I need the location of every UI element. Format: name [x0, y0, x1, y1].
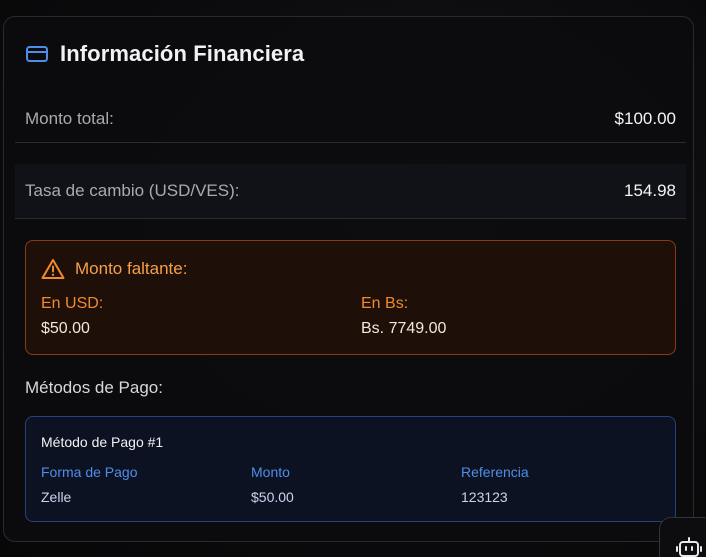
payment-amount-column: Monto $50.00 — [251, 463, 294, 506]
payment-methods-title: Métodos de Pago: — [25, 378, 163, 397]
exchange-rate-value: 154.98 — [624, 181, 676, 200]
payment-amount-value: $50.00 — [251, 489, 294, 505]
payment-reference-value: 123123 — [461, 489, 508, 505]
total-amount-row: Monto total: $100.00 — [15, 95, 686, 143]
total-amount-value: $100.00 — [614, 108, 676, 128]
payment-form-column: Forma de Pago Zelle — [41, 463, 138, 506]
payment-reference-column: Referencia 123123 — [461, 463, 529, 506]
payment-form-value: Zelle — [41, 489, 72, 505]
exchange-rate-row: Tasa de cambio (USD/VES): 154.98 — [15, 164, 686, 219]
missing-usd: En USD: $50.00 — [41, 294, 103, 339]
credit-card-icon — [26, 46, 48, 62]
missing-usd-value: $50.00 — [41, 320, 90, 337]
payment-method-title: Método de Pago #1 — [41, 434, 164, 450]
payment-method-card: Método de Pago #1 Forma de Pago Zelle Mo… — [25, 416, 676, 522]
exchange-rate-label: Tasa de cambio (USD/VES): — [25, 181, 240, 200]
missing-bs-value: Bs. 7749.00 — [361, 320, 447, 337]
financial-info-card: Información Financiera Monto total: $100… — [3, 16, 694, 542]
payment-amount-label: Monto — [251, 464, 290, 480]
card-header: Información Financiera — [25, 41, 304, 67]
missing-amount-header: Monto faltante: — [41, 258, 187, 280]
page: Información Financiera Monto total: $100… — [0, 0, 706, 557]
total-amount-label: Monto total: — [25, 108, 114, 128]
missing-bs-label: En Bs: — [361, 295, 409, 312]
missing-amount-title: Monto faltante: — [75, 259, 188, 278]
assistant-button[interactable] — [659, 517, 706, 557]
missing-amount-box: Monto faltante: En USD: $50.00 En Bs: Bs… — [25, 240, 676, 355]
warning-triangle-icon — [41, 259, 65, 279]
missing-usd-label: En USD: — [41, 295, 104, 312]
missing-bs: En Bs: Bs. 7749.00 — [361, 294, 446, 339]
payment-form-label: Forma de Pago — [41, 464, 138, 480]
payment-reference-label: Referencia — [461, 464, 529, 480]
robot-icon — [676, 537, 702, 557]
card-title: Información Financiera — [60, 41, 305, 66]
